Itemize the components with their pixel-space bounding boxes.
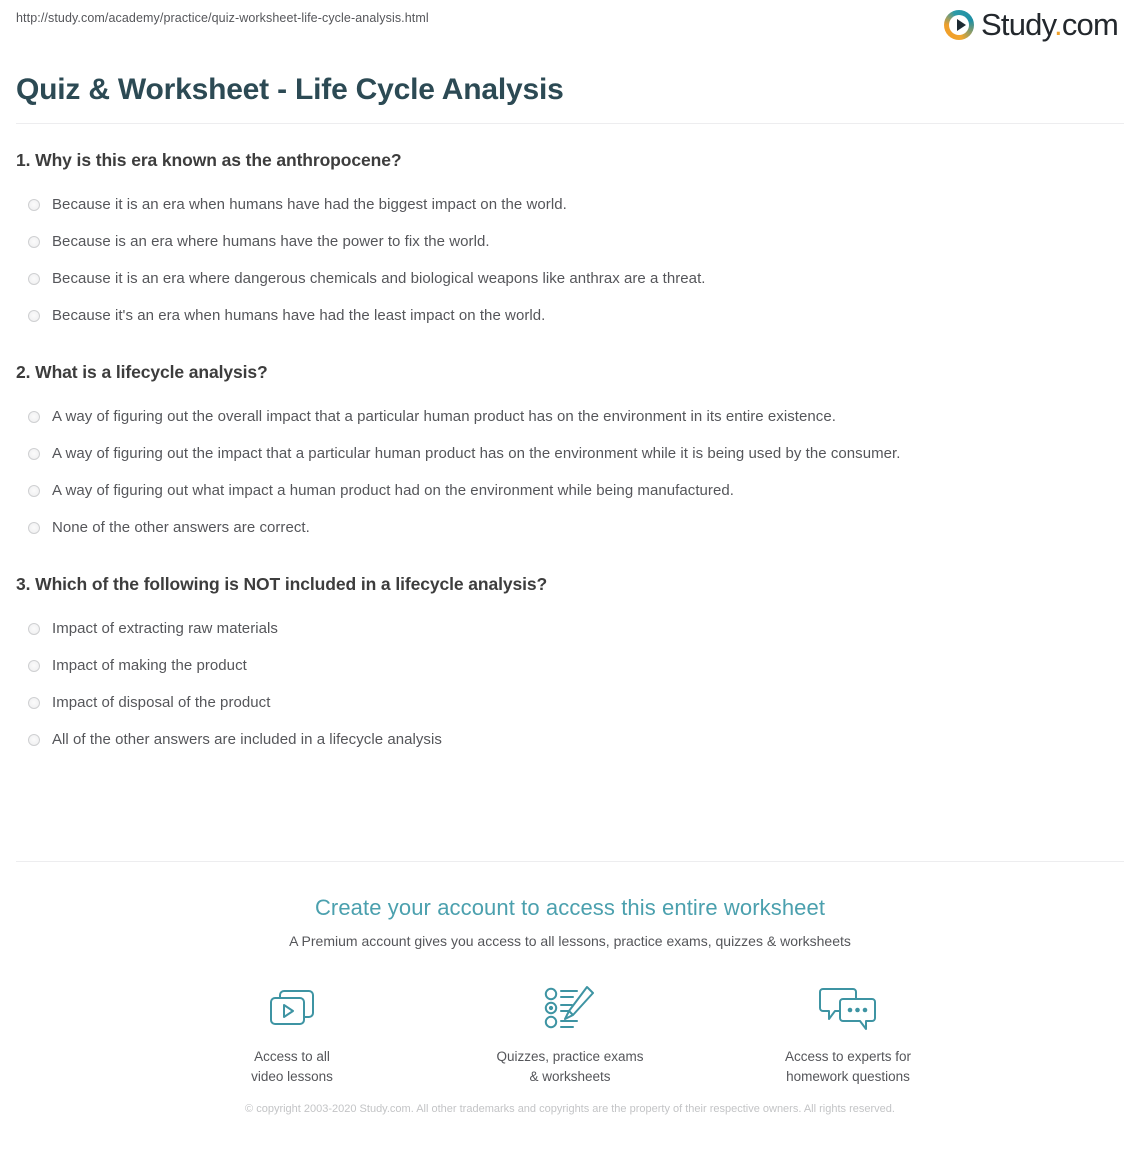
perk-label: Access to experts for homework questions — [784, 1049, 912, 1084]
answer-options: Impact of extracting raw materials Impac… — [16, 610, 1124, 758]
answer-option[interactable]: A way of figuring out the impact that a … — [16, 435, 1124, 472]
radio-button-icon[interactable] — [28, 236, 40, 248]
answer-label: Because it is an era where dangerous che… — [52, 270, 706, 287]
question-text: 1. Why is this era known as the anthropo… — [16, 150, 402, 170]
radio-button-icon[interactable] — [28, 310, 40, 322]
cta-subheading: A Premium account gives you access to al… — [289, 933, 851, 949]
perk-item: Quizzes, practice exams & worksheets — [495, 981, 645, 1087]
answer-option[interactable]: Impact of making the product — [16, 647, 1124, 684]
answer-option[interactable]: Because is an era where humans have the … — [16, 223, 1124, 260]
radio-button-icon[interactable] — [28, 734, 40, 746]
answer-label: Impact of extracting raw materials — [52, 620, 278, 637]
play-circle-icon — [944, 10, 975, 40]
answer-label: None of the other answers are correct. — [52, 519, 310, 536]
page-url: http://study.com/academy/practice/quiz-w… — [16, 11, 429, 25]
cta-heading[interactable]: Create your account to access this entir… — [0, 894, 1140, 922]
perk-label: Quizzes, practice exams & worksheets — [496, 1049, 644, 1084]
answer-label: Impact of disposal of the product — [52, 694, 271, 711]
answer-option[interactable]: All of the other answers are included in… — [16, 721, 1124, 758]
answer-option[interactable]: None of the other answers are correct. — [16, 509, 1124, 546]
perk-item: Access to experts for homework questions — [773, 981, 923, 1087]
radio-button-icon[interactable] — [28, 485, 40, 497]
page-title: Quiz & Worksheet - Life Cycle Analysis — [16, 73, 564, 106]
logo-wordmark: Study.com — [981, 7, 1119, 43]
radio-button-icon[interactable] — [28, 660, 40, 672]
answer-label: A way of figuring out what impact a huma… — [52, 482, 734, 499]
questions-list: 1. Why is this era known as the anthropo… — [0, 148, 1140, 784]
cta-divider — [16, 861, 1124, 862]
worksheet-page: http://study.com/academy/practice/quiz-w… — [0, 0, 1140, 1169]
play-triangle-icon — [956, 19, 966, 31]
radio-button-icon[interactable] — [28, 411, 40, 423]
perks-row: Access to all video lessons Quizzes, pra… — [0, 981, 1140, 1087]
answer-label: All of the other answers are included in… — [52, 731, 442, 748]
radio-button-icon[interactable] — [28, 522, 40, 534]
radio-button-icon[interactable] — [28, 199, 40, 211]
study-com-logo[interactable]: Study.com — [944, 7, 1119, 43]
answer-label: Because is an era where humans have the … — [52, 233, 490, 250]
answer-label: Because it is an era when humans have ha… — [52, 196, 567, 213]
answer-label: Because it's an era when humans have had… — [52, 307, 546, 324]
answer-option[interactable]: A way of figuring out the overall impact… — [16, 398, 1124, 435]
quiz-pencil-icon — [495, 981, 645, 1037]
question-text: 2. What is a lifecycle analysis? — [16, 362, 268, 382]
logo-dot: . — [1054, 7, 1063, 42]
radio-button-icon[interactable] — [28, 448, 40, 460]
upsell-section: Create your account to access this entir… — [0, 880, 1140, 1087]
perk-label: Access to all video lessons — [251, 1049, 333, 1084]
answer-label: A way of figuring out the impact that a … — [52, 445, 901, 462]
answer-option[interactable]: Because it is an era when humans have ha… — [16, 186, 1124, 223]
radio-button-icon[interactable] — [28, 273, 40, 285]
perk-item: Access to all video lessons — [217, 981, 367, 1087]
question-block: 3. Which of the following is NOT include… — [16, 572, 1124, 758]
video-lessons-icon — [217, 981, 367, 1037]
question-block: 2. What is a lifecycle analysis? A way o… — [16, 360, 1124, 546]
question-text: 3. Which of the following is NOT include… — [16, 574, 548, 594]
answer-options: Because it is an era when humans have ha… — [16, 186, 1124, 334]
answer-options: A way of figuring out the overall impact… — [16, 398, 1124, 546]
print-header: http://study.com/academy/practice/quiz-w… — [0, 0, 1140, 52]
radio-button-icon[interactable] — [28, 697, 40, 709]
answer-option[interactable]: A way of figuring out what impact a huma… — [16, 472, 1124, 509]
answer-label: Impact of making the product — [52, 657, 247, 674]
logo-word: Study — [981, 7, 1055, 42]
answer-option[interactable]: Impact of extracting raw materials — [16, 610, 1124, 647]
radio-button-icon[interactable] — [28, 623, 40, 635]
question-block: 1. Why is this era known as the anthropo… — [16, 148, 1124, 334]
chat-bubbles-icon — [773, 981, 923, 1037]
answer-option[interactable]: Because it is an era where dangerous che… — [16, 260, 1124, 297]
logo-suffix: com — [1061, 7, 1119, 42]
copyright-text: © copyright 2003-2020 Study.com. All oth… — [245, 1103, 895, 1115]
title-divider — [16, 123, 1124, 124]
answer-label: A way of figuring out the overall impact… — [52, 408, 836, 425]
answer-option[interactable]: Because it's an era when humans have had… — [16, 297, 1124, 334]
answer-option[interactable]: Impact of disposal of the product — [16, 684, 1124, 721]
